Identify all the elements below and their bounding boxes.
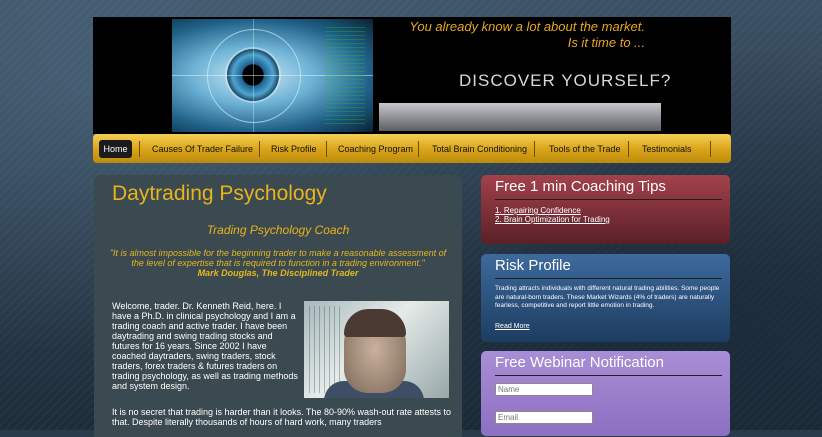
code-overlay: [325, 27, 365, 124]
crosshair-vertical: [253, 19, 254, 132]
nav-total-brain-conditioning[interactable]: Total Brain Conditioning: [418, 141, 527, 157]
second-paragraph: It is no secret that trading is harder t…: [112, 407, 452, 427]
webinar-title: Free Webinar Notification: [495, 354, 664, 371]
widget-divider: [495, 199, 722, 200]
nav-end-divider: [710, 141, 711, 157]
nav-risk-profile[interactable]: Risk Profile: [259, 141, 317, 157]
coaching-tips-widget: Free 1 min Coaching Tips 1. Repairing Co…: [481, 175, 730, 244]
tagline-line2: Is it time to ...: [567, 35, 645, 50]
quote-author: Mark Douglas, The Disciplined Trader: [197, 268, 359, 278]
eye-image: [172, 19, 373, 132]
coaching-tips-title: Free 1 min Coaching Tips: [495, 178, 666, 195]
main-content: Daytrading Psychology Trading Psychology…: [94, 175, 462, 437]
webinar-widget: Free Webinar Notification: [481, 351, 730, 436]
quote-text: "It is almost impossible for the beginni…: [109, 248, 447, 268]
nav-tools-of-the-trade[interactable]: Tools of the Trade: [534, 141, 621, 157]
risk-profile-title: Risk Profile: [495, 257, 571, 274]
widget-divider: [495, 278, 722, 279]
header-headline: DISCOVER YOURSELF?: [459, 71, 672, 90]
tip-link-brain-optimization[interactable]: 2. Brain Optimization for Trading: [495, 215, 610, 224]
risk-profile-widget: Risk Profile Trading attracts individual…: [481, 254, 730, 342]
header-gray-bar: [379, 103, 661, 131]
tagline-line1: You already know a lot about the market.: [409, 19, 645, 34]
photo-hair: [344, 309, 406, 337]
nav-home[interactable]: Home: [99, 140, 132, 158]
header-banner: You already know a lot about the market.…: [93, 17, 731, 134]
nav-coaching-program[interactable]: Coaching Program: [326, 141, 413, 157]
widget-divider: [495, 375, 722, 376]
page-title: Daytrading Psychology: [112, 182, 327, 205]
main-nav: Home Causes Of Trader Failure Risk Profi…: [93, 134, 731, 163]
page-subtitle: Trading Psychology Coach: [206, 223, 350, 237]
tip-link-repairing-confidence[interactable]: 1. Repairing Confidence: [495, 206, 581, 215]
name-input[interactable]: [495, 383, 593, 396]
email-input[interactable]: [495, 411, 593, 424]
read-more-link[interactable]: Read More: [495, 323, 530, 330]
quote-block: "It is almost impossible for the beginni…: [108, 248, 448, 278]
risk-profile-text: Trading attracts individuals with differ…: [495, 285, 720, 309]
photo-chart-overlay: [309, 306, 344, 393]
nav-testimonials[interactable]: Testimonials: [628, 141, 692, 157]
intro-paragraph: Welcome, trader. Dr. Kenneth Reid, here.…: [112, 301, 298, 391]
coach-photo: [304, 301, 449, 398]
nav-causes-of-trader-failure[interactable]: Causes Of Trader Failure: [139, 141, 253, 157]
